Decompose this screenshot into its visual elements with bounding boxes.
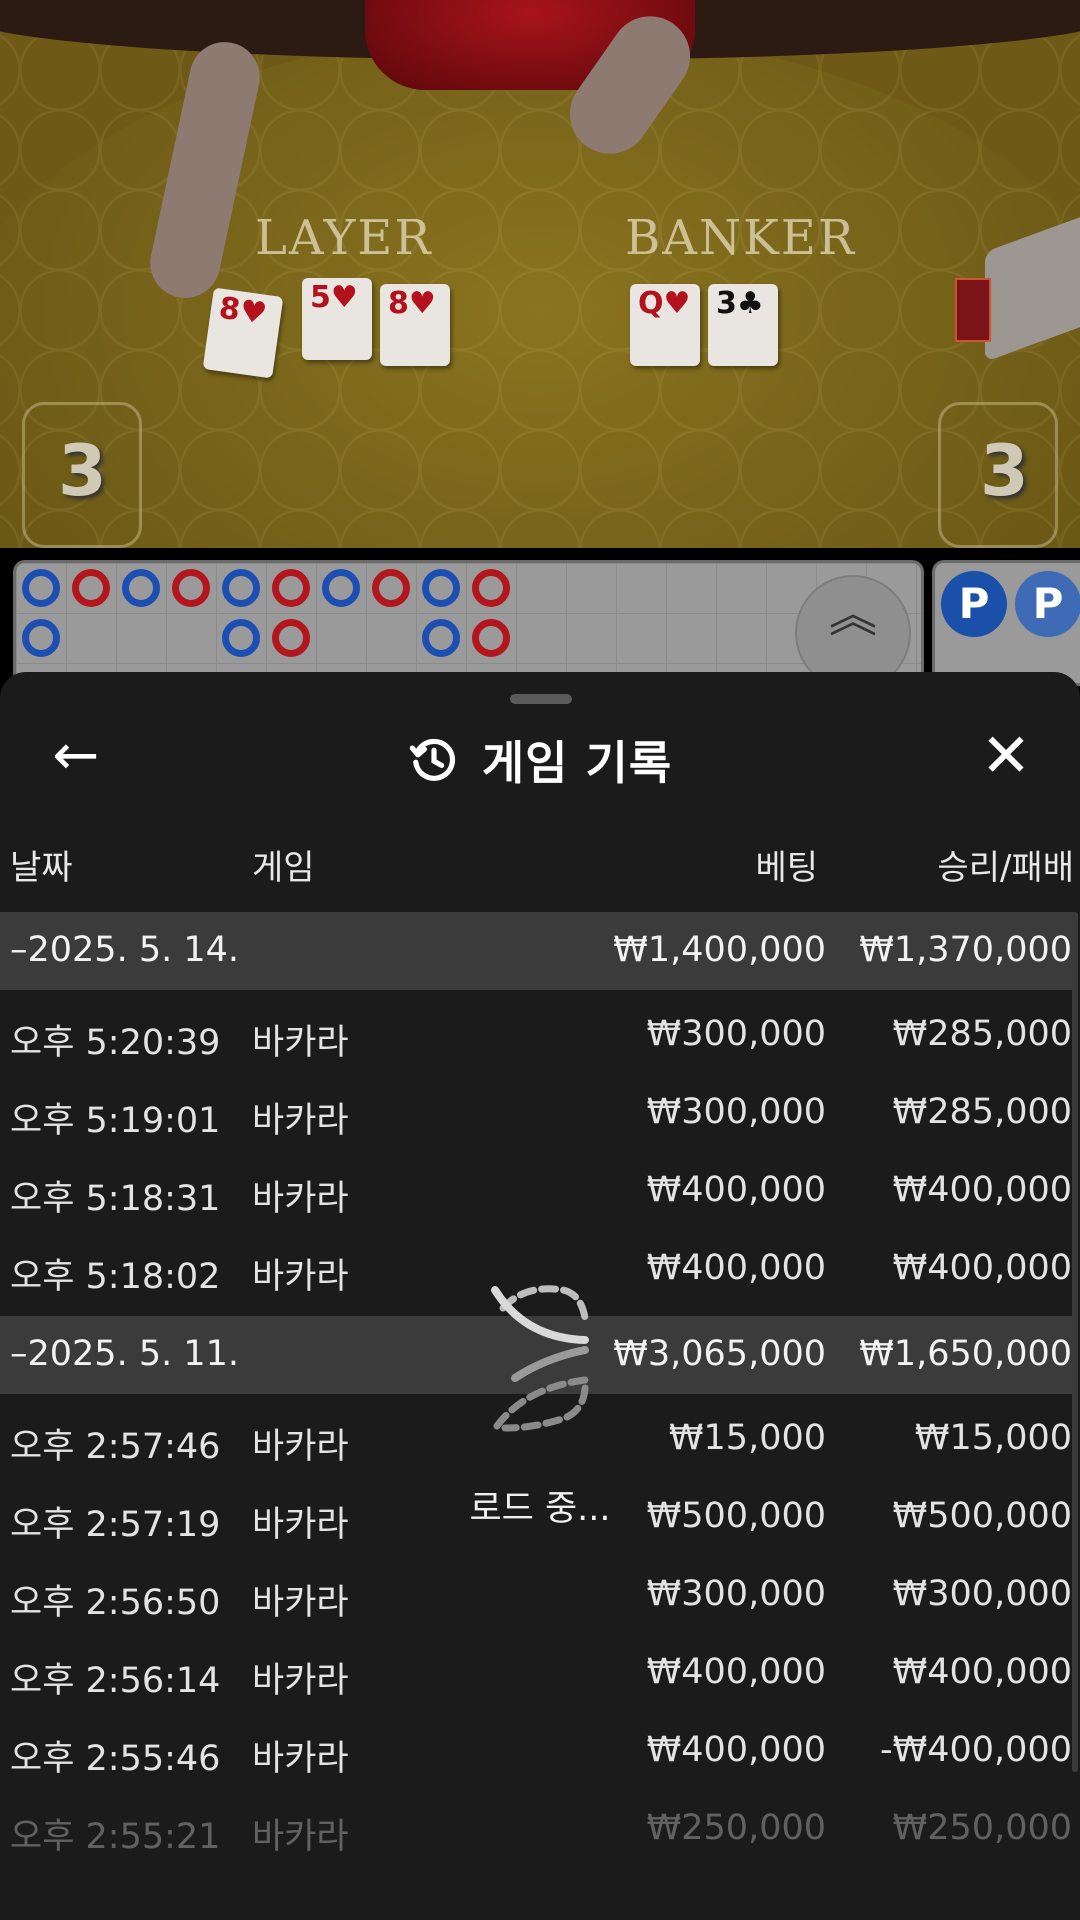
history-row[interactable]: 오후 2:55:46 바카라 ₩400,000 -₩400,000	[0, 1712, 1076, 1790]
group-winloss-total: ₩1,650,000	[859, 1334, 1072, 1374]
row-bet: ₩300,000	[646, 1014, 826, 1054]
row-time: 오후 2:56:14	[10, 1661, 221, 1701]
banker-card-1: Q♥	[630, 284, 700, 366]
row-bet: ₩400,000	[646, 1248, 826, 1288]
row-bet: ₩15,000	[668, 1418, 826, 1458]
player-bead	[22, 569, 60, 607]
row-time: 오후 5:18:31	[10, 1179, 221, 1219]
row-game: 바카라	[252, 1257, 349, 1297]
banker-score: 3	[980, 430, 1029, 512]
group-date: –2025. 5. 11.	[10, 1334, 240, 1374]
history-row[interactable]: 오후 5:19:01 바카라 ₩300,000 ₩285,000	[0, 1074, 1076, 1152]
history-row[interactable]: 오후 2:55:21 바카라 ₩250,000 ₩250,000	[0, 1790, 1076, 1868]
player-bead	[22, 619, 60, 657]
player-chip-icon: P	[941, 571, 1007, 637]
row-bet: ₩250,000	[646, 1808, 826, 1848]
banker-bead	[472, 619, 510, 657]
live-video-feed: LAYER BANKER 8♥ 5♥ 8♥ Q♥ 3♣ 3 3	[0, 0, 1080, 548]
player-bead	[222, 569, 260, 607]
row-time: 오후 2:55:21	[10, 1817, 221, 1857]
group-bet-total: ₩1,400,000	[613, 930, 826, 970]
sheet-drag-handle[interactable]	[510, 694, 572, 704]
row-time: 오후 5:18:02	[10, 1257, 221, 1297]
row-time: 오후 2:56:50	[10, 1583, 221, 1623]
row-time: 오후 5:19:01	[10, 1101, 221, 1141]
row-bet: ₩300,000	[646, 1574, 826, 1614]
history-row[interactable]: 오후 2:56:50 바카라 ₩300,000 ₩300,000	[0, 1556, 1076, 1634]
shoe-card	[955, 278, 991, 342]
date-group-header[interactable]: –2025. 5. 14. ₩1,400,000 ₩1,370,000	[0, 912, 1076, 990]
row-time: 오후 5:20:39	[10, 1023, 221, 1063]
row-time: 오후 2:55:46	[10, 1739, 221, 1779]
bead-road[interactable]	[13, 560, 924, 686]
row-game: 바카라	[252, 1739, 349, 1779]
row-winloss: ₩400,000	[892, 1248, 1072, 1288]
banker-zone-label: BANKER	[625, 210, 856, 266]
history-row[interactable]: 오후 5:20:39 바카라 ₩300,000 ₩285,000	[0, 996, 1076, 1074]
column-winloss: 승리/패배	[937, 848, 1074, 888]
sheet-title: 게임 기록	[481, 736, 673, 790]
player-bead	[322, 569, 360, 607]
chevron-double-up-icon: ︽	[828, 587, 877, 643]
loading-spinner-icon	[491, 1285, 589, 1432]
banker-bead	[72, 569, 110, 607]
column-date: 날짜	[10, 848, 73, 888]
row-game: 바카라	[252, 1101, 349, 1141]
row-winloss: ₩400,000	[892, 1170, 1072, 1210]
row-bet: ₩400,000	[646, 1652, 826, 1692]
group-date: –2025. 5. 14.	[10, 930, 240, 970]
player-card-3: 8♥	[380, 284, 450, 366]
row-game: 바카라	[252, 1583, 349, 1623]
big-road-panel[interactable]: P P	[932, 560, 1080, 686]
banker-bead	[172, 569, 210, 607]
banker-bead	[272, 619, 310, 657]
row-game: 바카라	[252, 1023, 349, 1063]
row-winloss: ₩285,000	[892, 1014, 1072, 1054]
row-bet: ₩400,000	[646, 1170, 826, 1210]
row-game: 바카라	[252, 1427, 349, 1467]
column-bet: 베팅	[755, 848, 818, 888]
group-bet-total: ₩3,065,000	[613, 1334, 826, 1374]
row-time: 오후 2:57:46	[10, 1427, 221, 1467]
sheet-header: 게임 기록	[0, 724, 1080, 796]
banker-bead	[272, 569, 310, 607]
row-winloss: ₩250,000	[892, 1808, 1072, 1848]
row-winloss: ₩15,000	[914, 1418, 1072, 1458]
player-bead	[122, 569, 160, 607]
player-card-1: 8♥	[202, 287, 284, 379]
row-bet: ₩400,000	[646, 1730, 826, 1770]
banker-bead	[372, 569, 410, 607]
banker-bead	[472, 569, 510, 607]
row-game: 바카라	[252, 1817, 349, 1857]
row-winloss: ₩400,000	[892, 1652, 1072, 1692]
player-zone-label: LAYER	[255, 210, 433, 266]
close-icon[interactable]: ✕	[970, 720, 1042, 792]
row-winloss: ₩285,000	[892, 1092, 1072, 1132]
player-bead	[422, 569, 460, 607]
row-winloss: ₩300,000	[892, 1574, 1072, 1614]
row-game: 바카라	[252, 1179, 349, 1219]
scrollbar[interactable]	[1072, 912, 1078, 1772]
row-winloss: -₩400,000	[880, 1730, 1072, 1770]
history-row[interactable]: 오후 5:18:31 바카라 ₩400,000 ₩400,000	[0, 1152, 1076, 1230]
loading-text: 로드 중...	[469, 1489, 611, 1529]
history-icon	[409, 738, 455, 781]
column-game: 게임	[252, 848, 315, 888]
player-score: 3	[58, 430, 107, 512]
history-row[interactable]: 오후 2:56:14 바카라 ₩400,000 ₩400,000	[0, 1634, 1076, 1712]
group-winloss-total: ₩1,370,000	[859, 930, 1072, 970]
banker-card-2: 3♣	[708, 284, 778, 366]
player-chip-icon: P	[1015, 571, 1080, 637]
player-bead	[222, 619, 260, 657]
row-game: 바카라	[252, 1661, 349, 1701]
player-card-2: 5♥	[302, 278, 372, 360]
column-headers: 날짜 게임 베팅 승리/패배	[0, 840, 1080, 896]
row-bet: ₩300,000	[646, 1092, 826, 1132]
player-bead	[422, 619, 460, 657]
